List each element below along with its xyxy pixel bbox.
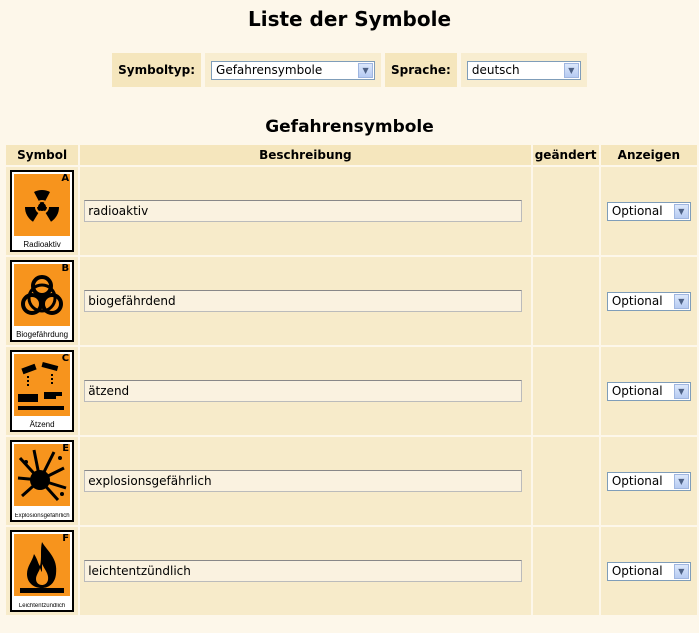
- show-value: Optional: [611, 294, 663, 308]
- sign-letter: F: [62, 533, 70, 544]
- show-select[interactable]: Optional ▼: [606, 291, 691, 311]
- show-cell: Optional ▼: [600, 347, 697, 435]
- show-select[interactable]: Optional ▼: [606, 471, 691, 491]
- section-title: Gefahrensymbole: [265, 117, 434, 137]
- changed-cell: [532, 257, 599, 345]
- table-row: C Ätzend ätzend Optional ▼: [6, 347, 697, 435]
- table-row: F Leichtentzündlich leichtentzündlich Op…: [6, 527, 697, 615]
- description-input[interactable]: biogefährdend: [84, 290, 523, 312]
- changed-cell: [532, 167, 599, 255]
- sprache-label: Sprache:: [385, 53, 457, 87]
- chevron-down-icon[interactable]: ▼: [358, 62, 374, 78]
- symboltyp-label: Symboltyp:: [112, 53, 202, 87]
- description-cell: radioaktiv: [80, 167, 531, 255]
- show-select[interactable]: Optional ▼: [606, 561, 691, 581]
- hazard-sign: B Biogefährdung: [10, 260, 75, 342]
- chevron-down-icon[interactable]: ▼: [563, 62, 579, 78]
- chevron-down-icon[interactable]: ▼: [673, 563, 689, 579]
- hazard-sign: A Radioaktiv: [10, 170, 75, 252]
- show-select[interactable]: Optional ▼: [606, 381, 691, 401]
- changed-cell: [532, 347, 599, 435]
- column-header-geaendert: geändert: [532, 145, 599, 165]
- show-cell: Optional ▼: [600, 167, 697, 255]
- show-value: Optional: [611, 384, 663, 398]
- description-input[interactable]: explosionsgefährlich: [84, 470, 523, 492]
- sign-caption: Ätzend: [29, 420, 55, 429]
- table-row: A Radioaktiv radioaktiv Optional ▼: [6, 167, 697, 255]
- chevron-down-icon[interactable]: ▼: [673, 203, 689, 219]
- symbol-cell: E Explosionsgefährlich: [6, 437, 79, 525]
- sign-letter: C: [61, 353, 70, 364]
- hazard-sign: C Ätzend: [10, 350, 75, 432]
- sign-caption: Explosionsgefährlich: [14, 513, 70, 519]
- column-header-symbol: Symbol: [6, 145, 79, 165]
- show-cell: Optional ▼: [600, 437, 697, 525]
- show-cell: Optional ▼: [600, 527, 697, 615]
- description-cell: explosionsgefährlich: [80, 437, 531, 525]
- description-cell: biogefährdend: [80, 257, 531, 345]
- column-header-beschreibung: Beschreibung: [80, 145, 531, 165]
- description-input[interactable]: leichtentzündlich: [84, 560, 523, 582]
- symbol-cell: A Radioaktiv: [6, 167, 79, 255]
- page-title: Liste der Symbole: [247, 7, 452, 31]
- sign-letter: B: [61, 263, 70, 274]
- show-value: Optional: [611, 204, 663, 218]
- hazard-sign: E Explosionsgefährlich: [10, 440, 75, 522]
- chevron-down-icon[interactable]: ▼: [673, 293, 689, 309]
- table-row: E Explosionsgefährlich explosionsgefährl…: [6, 437, 697, 525]
- sprache-cell: deutsch ▼: [460, 53, 587, 87]
- chevron-down-icon[interactable]: ▼: [673, 383, 689, 399]
- symbol-cell: C Ätzend: [6, 347, 79, 435]
- description-cell: leichtentzündlich: [80, 527, 531, 615]
- description-input[interactable]: radioaktiv: [84, 200, 523, 222]
- symboltyp-select[interactable]: Gefahrensymbole ▼: [211, 60, 376, 80]
- sign-letter: E: [62, 443, 70, 454]
- show-value: Optional: [611, 564, 663, 578]
- filter-bar: Symboltyp: Gefahrensymbole ▼ Sprache: de…: [0, 53, 699, 89]
- sign-caption: Leichtentzündlich: [18, 603, 66, 609]
- show-select[interactable]: Optional ▼: [606, 201, 691, 221]
- changed-cell: [532, 437, 599, 525]
- changed-cell: [532, 527, 599, 615]
- show-value: Optional: [611, 474, 663, 488]
- sign-caption: Biogefährdung: [16, 330, 69, 339]
- description-input[interactable]: ätzend: [84, 380, 523, 402]
- symboltyp-value: Gefahrensymbole: [216, 63, 323, 77]
- symbol-cell: F Leichtentzündlich: [6, 527, 79, 615]
- chevron-down-icon[interactable]: ▼: [673, 473, 689, 489]
- table-row: B Biogefährdung biogefährdend Optional ▼: [6, 257, 697, 345]
- symbol-cell: B Biogefährdung: [6, 257, 79, 345]
- sign-caption: Radioaktiv: [23, 240, 61, 249]
- symboltyp-cell: Gefahrensymbole ▼: [205, 53, 382, 87]
- show-cell: Optional ▼: [600, 257, 697, 345]
- sprache-select[interactable]: deutsch ▼: [466, 60, 581, 80]
- column-header-anzeigen: Anzeigen: [600, 145, 697, 165]
- sign-letter: A: [61, 173, 70, 184]
- symbol-table: Symbol Beschreibung geändert Anzeigen A …: [4, 143, 699, 617]
- description-cell: ätzend: [80, 347, 531, 435]
- sprache-value: deutsch: [471, 63, 520, 77]
- hazard-sign: F Leichtentzündlich: [10, 530, 75, 612]
